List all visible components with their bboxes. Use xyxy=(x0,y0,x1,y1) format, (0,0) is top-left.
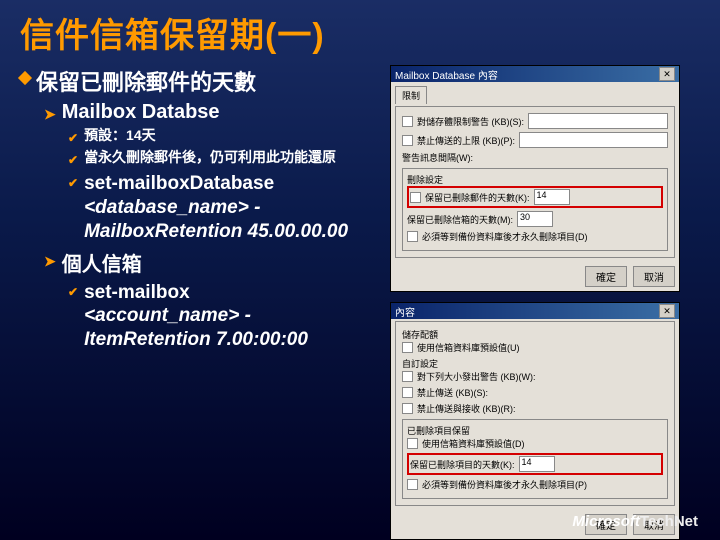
label: 必須等到備份資料庫後才永久刪除項目(P) xyxy=(422,478,587,491)
ok-button[interactable]: 確定 xyxy=(585,266,627,287)
label: 保留已刪除信箱的天數(M): xyxy=(407,213,513,226)
slide-text-content: 保留已刪除郵件的天數 ➤ Mailbox Databse ✔ 預設：14天 ✔ … xyxy=(20,65,380,540)
chevron-bullet-icon: ➤ xyxy=(44,253,56,270)
fieldset-label: 刪除設定 xyxy=(407,175,443,185)
check-bullet-icon: ✔ xyxy=(68,152,78,168)
dialog-window-2: 內容 ✕ 儲存配額 使用信箱資料庫預設值(U) 自訂設定 對下列大小發出警告 (… xyxy=(390,302,680,540)
label: 對下列大小發出警告 (KB)(W): xyxy=(417,370,536,383)
retention-days-input[interactable]: 14 xyxy=(519,456,555,472)
level1-heading: 保留已刪除郵件的天數 xyxy=(36,65,256,97)
fieldset-label: 已刪除項目保留 xyxy=(407,426,470,436)
checkbox[interactable] xyxy=(407,231,418,242)
checkbox[interactable] xyxy=(402,403,413,414)
close-icon[interactable]: ✕ xyxy=(659,67,675,81)
slide-title: 信件信箱保留期(一) xyxy=(20,8,700,57)
label: 禁止傳送的上限 (KB)(P): xyxy=(417,134,515,147)
checkbox[interactable] xyxy=(407,438,418,449)
dialog-title: Mailbox Database 內容 xyxy=(395,67,498,82)
section-label: 儲存配額 xyxy=(402,328,668,341)
check-bullet-icon: ✔ xyxy=(68,176,78,191)
footer-logo: MicrosoftTechNet xyxy=(572,513,698,530)
level3-command: set-mailboxDatabase <database_name> - Ma… xyxy=(84,172,380,243)
label: 警告訊息間隔(W): xyxy=(402,151,473,164)
close-icon[interactable]: ✕ xyxy=(659,304,675,318)
checkbox[interactable] xyxy=(410,192,421,203)
dialog-title: 內容 xyxy=(395,304,415,319)
level3-item: 當永久刪除郵件後，仍可利用此功能還原 xyxy=(84,148,336,167)
label: 禁止傳送 (KB)(S): xyxy=(417,386,488,399)
label: 保留已刪除項目的天數(K): xyxy=(410,458,515,471)
dialog-window-1: Mailbox Database 內容 ✕ 限制 對儲存體限制警告 (KB)(S… xyxy=(390,65,680,292)
check-bullet-icon: ✔ xyxy=(68,285,78,300)
label: 禁止傳送與接收 (KB)(R): xyxy=(417,402,516,415)
label: 必須等到備份資料庫後才永久刪除項目(D) xyxy=(422,230,588,243)
label: 自訂設定 xyxy=(402,357,668,370)
checkbox[interactable] xyxy=(402,116,413,127)
level3-item: 預設：14天 xyxy=(84,126,156,145)
label: 使用信箱資料庫預設值(D) xyxy=(422,437,525,450)
level3-command: set-mailbox <account_name> - ItemRetenti… xyxy=(84,281,380,352)
check-bullet-icon: ✔ xyxy=(68,130,78,146)
text-input[interactable]: 30 xyxy=(517,211,553,227)
technet-text: TechNet xyxy=(640,513,698,530)
microsoft-text: Microsoft xyxy=(572,513,640,530)
label: 對儲存體限制警告 (KB)(S): xyxy=(417,115,524,128)
retention-days-input[interactable]: 14 xyxy=(534,189,570,205)
level2-item: Mailbox Databse xyxy=(62,101,220,124)
cancel-button[interactable]: 取消 xyxy=(633,266,675,287)
text-input[interactable] xyxy=(519,132,668,148)
chevron-bullet-icon: ➤ xyxy=(44,106,56,123)
diamond-bullet-icon xyxy=(18,71,32,85)
checkbox[interactable] xyxy=(402,135,413,146)
checkbox[interactable] xyxy=(402,371,413,382)
text-input[interactable] xyxy=(528,113,668,129)
level2-item: 個人信箱 xyxy=(62,248,142,277)
checkbox[interactable] xyxy=(402,342,413,353)
checkbox[interactable] xyxy=(402,387,413,398)
checkbox[interactable] xyxy=(407,479,418,490)
label: 使用信箱資料庫預設值(U) xyxy=(417,341,520,354)
label: 保留已刪除郵件的天數(K): xyxy=(425,191,530,204)
tab-limits[interactable]: 限制 xyxy=(395,86,427,104)
